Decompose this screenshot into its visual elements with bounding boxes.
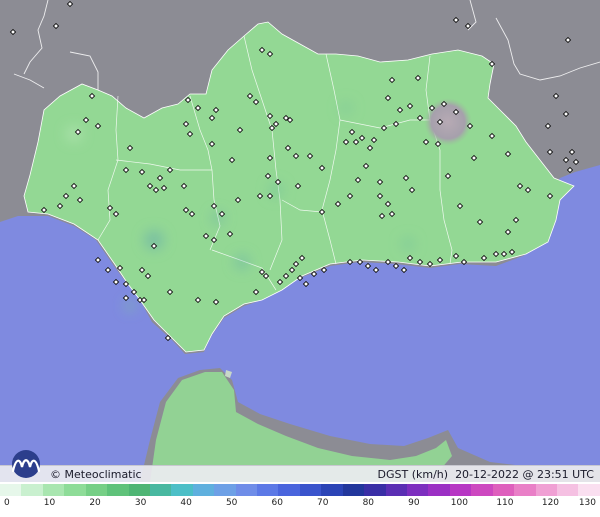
scale-swatch xyxy=(321,484,343,496)
scale-swatch xyxy=(578,484,600,496)
variable-label: DGST (km/h) xyxy=(377,468,449,481)
scale-swatch xyxy=(214,484,236,496)
scale-tick-label: 70 xyxy=(317,498,329,508)
scale-swatch xyxy=(107,484,129,496)
scale-swatch xyxy=(428,484,450,496)
color-scale-bar xyxy=(0,484,600,496)
product-label: DGST (km/h) 20-12-2022 @ 23:51 UTC xyxy=(378,467,594,482)
timestamp-label: 20-12-2022 @ 23:51 UTC xyxy=(455,468,594,481)
credit-text: © Meteoclimatic xyxy=(50,468,142,481)
scale-swatch xyxy=(449,484,472,496)
gust-map xyxy=(0,0,600,482)
scale-swatch xyxy=(149,484,172,496)
scale-swatch xyxy=(514,484,536,496)
scale-swatch xyxy=(171,484,193,496)
color-scale-legend: 0 10 20 30 40 50 60 70 80 90 100 110 120 130 xyxy=(0,482,600,517)
scale-swatch xyxy=(385,484,408,496)
scale-tick-label: 130 xyxy=(578,498,596,508)
scale-swatch xyxy=(42,484,65,496)
scale-swatch xyxy=(85,484,108,496)
color-scale-labels: 0 10 20 30 40 50 60 70 80 90 100 110 120 130 xyxy=(0,498,600,514)
scale-swatch xyxy=(278,484,300,496)
scale-swatch xyxy=(407,484,429,496)
scale-swatch xyxy=(21,484,43,496)
scale-tick-label: 10 xyxy=(43,498,56,508)
scale-swatch xyxy=(364,484,386,496)
scale-swatch xyxy=(192,484,215,496)
scale-swatch xyxy=(299,484,322,496)
scale-swatch xyxy=(535,484,557,496)
sierra-nevada-high-terrain xyxy=(424,98,472,146)
scale-swatch xyxy=(64,484,86,496)
scale-tick-label: 0 xyxy=(4,498,10,508)
scale-tick-label: 40 xyxy=(180,498,192,508)
scale-swatch xyxy=(235,484,258,496)
footer-bar: © Meteoclimatic DGST (km/h) 20-12-2022 @… xyxy=(0,465,600,483)
scale-tick-label: 100 xyxy=(450,498,468,508)
scale-tick-label: 90 xyxy=(408,498,420,508)
scale-swatch xyxy=(342,484,365,496)
scale-tick-label: 80 xyxy=(362,498,375,508)
scale-tick-label: 20 xyxy=(89,498,101,508)
scale-swatch xyxy=(128,484,150,496)
scale-swatch xyxy=(471,484,493,496)
meteoclimatic-wave-logo-icon[interactable] xyxy=(4,449,48,479)
map-stage: © Meteoclimatic DGST (km/h) 20-12-2022 @… xyxy=(0,0,600,517)
scale-tick-label: 50 xyxy=(225,498,238,508)
scale-swatch xyxy=(0,484,22,496)
scale-tick-label: 120 xyxy=(541,498,560,508)
scale-tick-label: 110 xyxy=(496,498,514,508)
scale-tick-label: 60 xyxy=(271,498,283,508)
scale-swatch xyxy=(556,484,579,496)
scale-swatch xyxy=(492,484,515,496)
scale-swatch xyxy=(257,484,279,496)
scale-tick-label: 30 xyxy=(134,498,147,508)
